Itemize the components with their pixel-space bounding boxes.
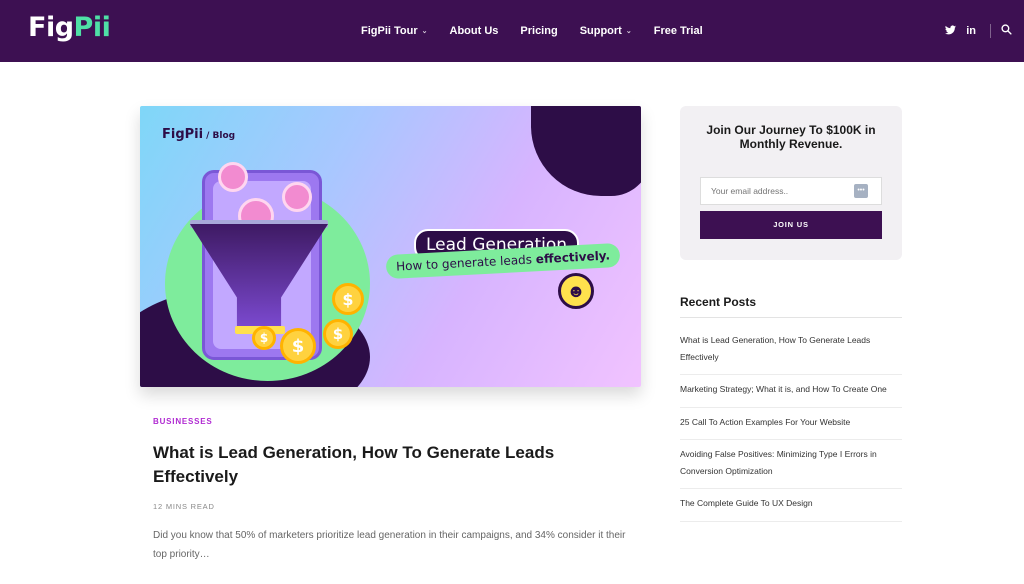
newsletter-title: Join Our Journey To $100K in Monthly Rev… (706, 123, 876, 151)
password-manager-icon[interactable]: ••• (854, 184, 868, 198)
featured-post-image[interactable]: FigPii / Blog $ $ $ $ Lead Generation How… (140, 106, 641, 387)
recent-post-link[interactable]: What is Lead Generation, How To Generate… (680, 326, 902, 375)
post-read-time: 12 MINS READ (153, 502, 215, 511)
newsletter-widget: Join Our Journey To $100K in Monthly Rev… (680, 106, 902, 260)
post-category[interactable]: BUSINESSES (153, 417, 213, 426)
hero-brand-suffix: / Blog (206, 131, 236, 141)
nav-utility: in (935, 0, 1012, 62)
figpii-logo[interactable]: FigPii (28, 12, 111, 43)
coin-icon: $ (252, 326, 276, 350)
nav-item-pricing[interactable]: Pricing (520, 25, 557, 37)
recent-post-link[interactable]: The Complete Guide To UX Design (680, 489, 902, 522)
coin-icon: $ (332, 283, 364, 315)
linkedin-icon[interactable]: in (966, 25, 976, 37)
post-excerpt: Did you know that 50% of marketers prior… (153, 530, 626, 560)
coin-icon: $ (323, 319, 353, 349)
smiley-icon: ☻ (558, 273, 594, 309)
nav-item-label: Free Trial (653, 25, 703, 37)
recent-post-link[interactable]: Avoiding False Positives: Minimizing Typ… (680, 440, 902, 489)
nav-item-label: FigPii Tour (361, 25, 418, 37)
nav-divider (990, 24, 991, 38)
search-icon[interactable] (1001, 24, 1012, 38)
nav-item-support[interactable]: Support ⌄ (580, 25, 632, 37)
hero-tag-subtitle-bold: effectively. (535, 248, 611, 267)
recent-posts-divider (680, 317, 902, 318)
logo-part-pii: Pii (73, 12, 111, 43)
nav-item-figpii-tour[interactable]: FigPii Tour ⌄ (361, 25, 428, 37)
recent-posts-title: Recent Posts (680, 295, 757, 309)
nav-item-about-us[interactable]: About Us (450, 25, 499, 37)
coin-icon: $ (280, 328, 316, 364)
hero-brand: FigPii / Blog (162, 127, 235, 142)
user-avatar-icon (282, 182, 312, 212)
logo-part-fig: Fig (28, 12, 74, 43)
user-avatar-icon (218, 162, 248, 192)
post-title[interactable]: What is Lead Generation, How To Generate… (153, 441, 563, 489)
chevron-down-icon: ⌄ (421, 28, 428, 35)
hero-brand-name: FigPii (162, 127, 204, 142)
join-us-button[interactable]: JOIN US (700, 211, 882, 239)
chevron-down-icon: ⌄ (625, 28, 632, 35)
nav-item-label: Support (579, 25, 622, 37)
recent-posts-list: What is Lead Generation, How To Generate… (680, 326, 902, 522)
recent-post-link[interactable]: Marketing Strategy; What it is, and How … (680, 375, 902, 408)
hero-decor-blob (531, 106, 641, 196)
nav-item-free-trial[interactable]: Free Trial (654, 25, 703, 37)
top-navbar: FigPii FigPii Tour ⌄ About Us Pricing Sup… (0, 0, 1024, 62)
hero-tag-subtitle-text: How to generate leads (395, 252, 533, 274)
recent-post-link[interactable]: 25 Call To Action Examples For Your Webs… (680, 408, 902, 440)
twitter-icon[interactable] (945, 24, 957, 38)
nav-item-label: About Us (449, 25, 499, 37)
main-menu: FigPii Tour ⌄ About Us Pricing Support ⌄ F… (361, 0, 725, 62)
nav-item-label: Pricing (520, 25, 558, 37)
